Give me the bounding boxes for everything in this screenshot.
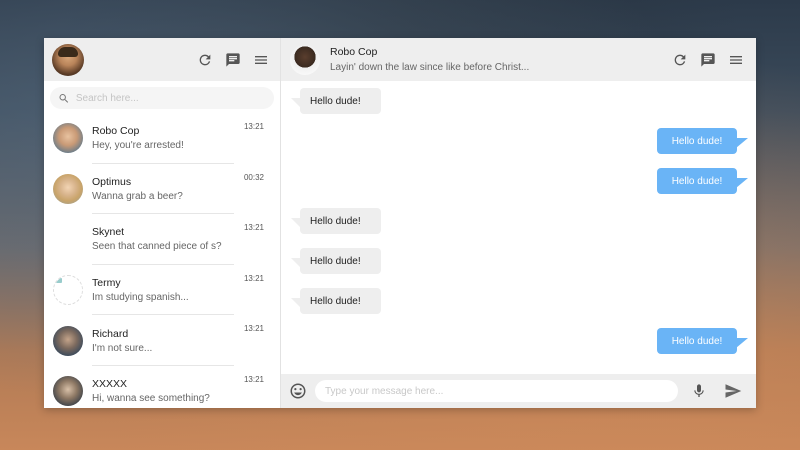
chat-contact-name: Robo Cop [330, 45, 378, 58]
contact-preview: Hey, you're arrested! [92, 140, 184, 152]
chat-app-window: Robo Cop Hey, you're arrested! 13:21 Opt… [44, 38, 756, 408]
message-incoming: Hello dude! [291, 288, 381, 314]
message-outgoing: Hello dude! [657, 328, 748, 354]
avatar [53, 275, 83, 306]
contact-time: 13:21 [243, 324, 264, 334]
chat-actions [671, 51, 745, 69]
avatar [53, 173, 83, 204]
chat-contact-status: Layin' down the law since like before Ch… [330, 61, 530, 73]
contact-list: Robo Cop Hey, you're arrested! 13:21 Opt… [44, 113, 280, 408]
sidebar-header [44, 38, 280, 81]
message-incoming: Hello dude! [291, 88, 381, 114]
message-outgoing: Hello dude! [657, 128, 748, 154]
contact-richard[interactable]: Richard I'm not sure... 13:21 [44, 315, 280, 366]
avatar [53, 123, 83, 154]
refresh-icon[interactable] [196, 51, 214, 69]
contact-time: 13:21 [243, 122, 264, 131]
contact-preview: Wanna grab a beer? [92, 190, 183, 202]
contact-preview: Im studying spanish... [92, 292, 189, 304]
contact-preview: I'm not sure... [92, 342, 153, 354]
contact-termy[interactable]: Termy Im studying spanish... 13:21 [44, 265, 280, 316]
chat-avatar[interactable] [290, 44, 320, 75]
contact-skynet[interactable]: Skynet Seen that canned piece of s? 13:2… [44, 214, 280, 265]
contact-preview: Seen that canned piece of s? [92, 241, 222, 253]
contact-time: 13:21 [243, 273, 264, 283]
avatar [53, 224, 83, 255]
message-outgoing: Hello dude! [657, 168, 748, 194]
emoji-icon[interactable] [289, 382, 307, 400]
message-incoming: Hello dude! [291, 208, 381, 234]
refresh-icon[interactable] [671, 51, 689, 69]
message-input[interactable] [315, 380, 678, 402]
contact-xxxxx[interactable]: XXXXX Hi, wanna see something? 13:21 [44, 366, 280, 408]
sidebar: Robo Cop Hey, you're arrested! 13:21 Opt… [44, 38, 281, 408]
chat-panel: Robo Cop Layin' down the law since like … [281, 38, 756, 408]
microphone-icon[interactable] [690, 382, 708, 400]
avatar [53, 376, 83, 407]
search-bar [50, 87, 274, 109]
sidebar-actions [196, 51, 270, 69]
message-list: Hello dude! Hello dude! Hello dude! Hell… [281, 81, 756, 374]
search-input[interactable] [75, 92, 266, 104]
contact-robo-cop[interactable]: Robo Cop Hey, you're arrested! 13:21 [44, 113, 280, 164]
contact-time: 13:21 [243, 223, 264, 233]
contact-time: 13:21 [243, 374, 264, 384]
search-container [44, 81, 280, 113]
contact-preview: Hi, wanna see something? [92, 393, 210, 405]
chat-icon[interactable] [699, 51, 717, 69]
compose-bar [281, 374, 756, 408]
user-avatar[interactable] [52, 43, 84, 76]
message-incoming: Hello dude! [291, 248, 381, 274]
menu-icon[interactable] [727, 51, 745, 69]
menu-icon[interactable] [252, 51, 270, 69]
chat-header: Robo Cop Layin' down the law since like … [281, 38, 756, 81]
contact-time: 00:32 [243, 172, 264, 182]
avatar [53, 325, 83, 356]
search-icon [59, 93, 69, 103]
contact-optimus[interactable]: Optimus Wanna grab a beer? 00:32 [44, 164, 280, 215]
send-icon[interactable] [724, 382, 742, 400]
chat-icon[interactable] [224, 51, 242, 69]
